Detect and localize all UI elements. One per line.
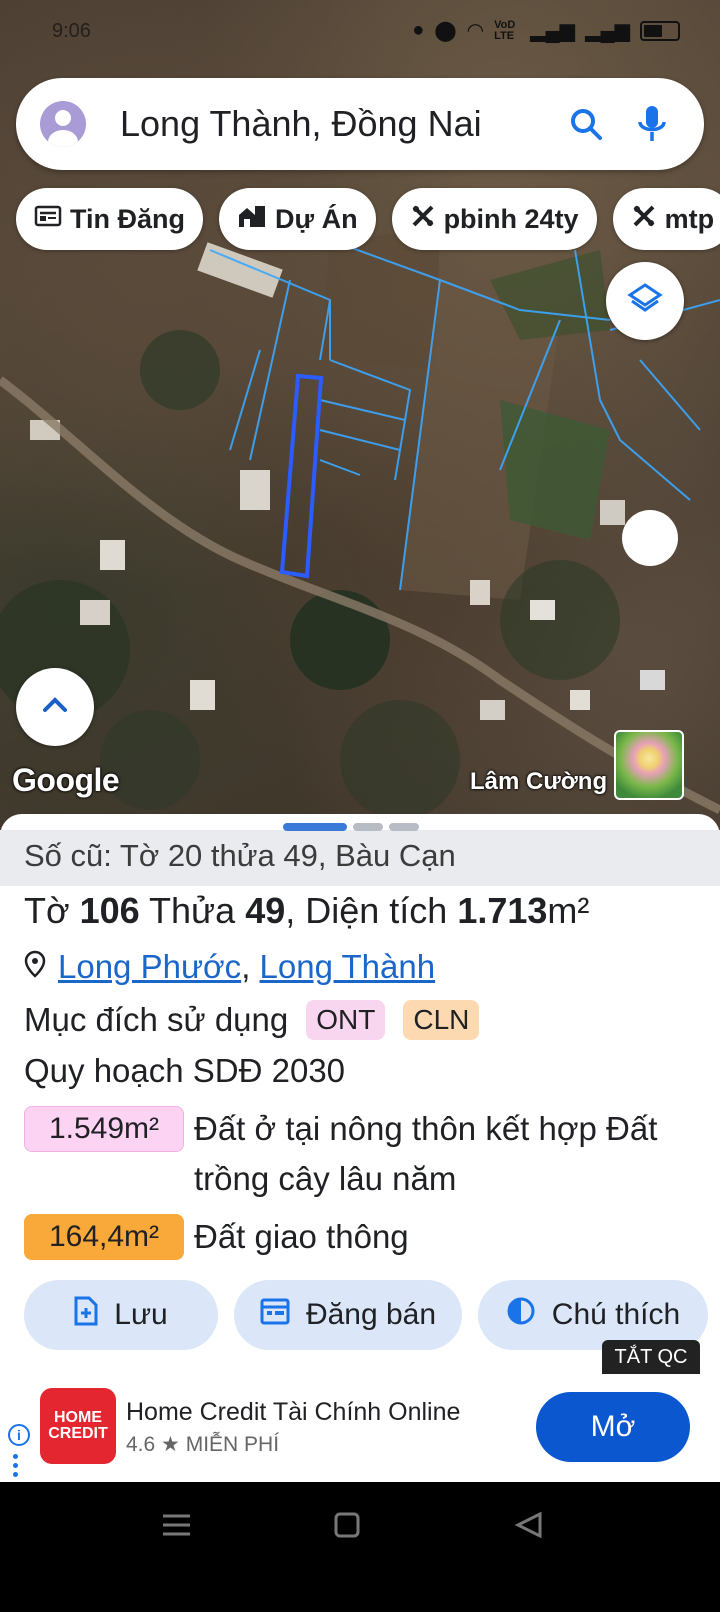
ruler-icon [631,203,657,236]
avatar[interactable] [40,101,86,147]
sheet-handle[interactable] [283,823,419,831]
battery-icon [640,20,680,41]
location-row: Long Phước, Long Thành [24,948,435,986]
chip-label: Tin Đăng [70,203,186,234]
layers-button[interactable] [606,262,684,340]
parcel-prefix: Thửa [139,890,246,931]
newspaper-icon [34,204,62,235]
location-icon: ⬤ [434,20,457,42]
old-parcel-info: Số cũ: Tờ 20 thửa 49, Bàu Cạn [0,830,720,886]
zone-row: 164,4m² Đất giao thông [24,1212,698,1262]
chip-tin-dang[interactable]: Tin Đăng [16,188,204,250]
google-logo: Google [12,762,120,798]
chevron-up-icon [41,695,69,720]
district-link[interactable]: Long Thành [260,948,436,985]
contrast-icon [506,1296,536,1334]
zone-description: Đất giao thông [194,1218,409,1255]
page-indicator [389,823,419,831]
parcel-title: Tờ 106 Thửa 49, Diện tích 1.713m² [24,890,589,932]
post-sale-label: Đăng bán [305,1298,437,1331]
purpose-tag-cln: CLN [403,1000,480,1040]
ad-price: MIỄN PHÍ [185,1433,280,1456]
area-value: 1.713 [457,890,548,931]
back-icon[interactable] [514,1511,542,1539]
search-icon[interactable] [564,102,608,146]
ad-title[interactable]: Home Credit Tài Chính Online [126,1398,460,1427]
location-separator: , [241,948,251,985]
logo-text: CREDIT [48,1425,108,1442]
parcel-number: 49 [245,890,286,931]
map-marker-dot[interactable] [622,510,678,566]
add-file-icon [74,1296,98,1334]
expand-up-button[interactable] [16,668,94,746]
purpose-row: Mục đích sử dụng ONT CLN [24,1000,480,1040]
ad-menu-icon[interactable] [13,1454,19,1481]
screen: 9:06 ● ⬤ ◠ VoD LTE ▂▄▆ ▂▄▆ Long Thành, Đ… [0,0,720,1612]
save-label: Lưu [114,1298,168,1331]
ruler-icon [410,203,436,236]
status-icons: ● ⬤ ◠ VoD LTE ▂▄▆ ▂▄▆ [412,18,680,43]
ad-open-button[interactable]: Mở [536,1392,690,1462]
zone-description: Đất ở tại nông thôn kết hợp Đất trồng câ… [194,1110,658,1197]
calendar-icon [260,1297,290,1333]
sheet-number: 106 [79,890,140,931]
page-indicator [353,823,383,831]
post-sale-button[interactable]: Đăng bán [234,1280,462,1350]
sheet-prefix: Tờ [24,890,80,931]
ad-info-icon[interactable]: i [8,1424,30,1446]
page-indicator-active [283,823,347,831]
signal-icon-1: ▂▄▆ [530,20,576,42]
signal-icon-2: ▂▄▆ [585,20,630,42]
ward-link[interactable]: Long Phước [58,948,241,985]
chip-label: pbinh 24ty [443,203,579,234]
zone-area-badge: 1.549m² [24,1106,184,1152]
owner-thumbnail[interactable] [614,730,684,800]
area-unit: m² [547,890,590,931]
area-prefix: , Diện tích [285,890,458,931]
building-icon [237,203,267,236]
search-query[interactable]: Long Thành, Đồng Nai [120,103,564,145]
filter-chips: Tin Đăng Dự Án pbinh 24ty mtp [16,188,720,250]
menu-icon[interactable] [163,1514,190,1536]
chip-pbinh-24ty[interactable]: pbinh 24ty [391,188,597,250]
chip-mtp[interactable]: mtp [612,188,720,250]
ad-banner[interactable]: i HOME CREDIT Home Credit Tài Chính Onli… [0,1374,720,1482]
network-label: VoD LTE [494,18,516,42]
owner-name: Lâm Cường [470,768,608,795]
chip-label: mtp [664,203,715,234]
status-bar: 9:06 ● ⬤ ◠ VoD LTE ▂▄▆ ▂▄▆ [0,0,720,64]
wifi-icon: ◠ [466,20,485,42]
purpose-label: Mục đích sử dụng [24,1001,289,1038]
zone-area-badge: 164,4m² [24,1214,184,1260]
chip-label: Dự Án [275,203,358,234]
parcel-info-sheet: Số cũ: Tờ 20 thửa 49, Bàu Cạn Tờ 106 Thử… [0,814,720,1376]
ad-subtitle: 4.6 ★ MIỄN PHÍ [126,1432,279,1457]
navigation-bar [0,1482,720,1612]
star-icon: ★ [161,1433,180,1456]
home-icon[interactable] [334,1512,360,1538]
selected-parcel-outline [279,373,324,579]
purpose-tag-ont: ONT [306,1000,386,1040]
chip-du-an[interactable]: Dự Án [219,188,376,250]
plan-label: Quy hoạch SDĐ 2030 [24,1052,346,1089]
zone-row: 1.549m² Đất ở tại nông thôn kết hợp Đất … [24,1104,698,1204]
status-time: 9:06 [52,20,91,42]
search-bar[interactable]: Long Thành, Đồng Nai [16,78,704,170]
microphone-icon[interactable] [630,102,674,146]
legend-label: Chú thích [551,1298,681,1331]
close-ad-button[interactable]: TẮT QC [602,1340,700,1374]
ad-app-logo[interactable]: HOME CREDIT [40,1388,116,1464]
logo-text: HOME [54,1409,102,1426]
save-button[interactable]: Lưu [24,1280,218,1350]
layers-icon [627,281,663,322]
alarm-icon: ● [412,19,425,41]
ad-rating: 4.6 [126,1433,156,1456]
location-pin-icon [24,948,46,986]
